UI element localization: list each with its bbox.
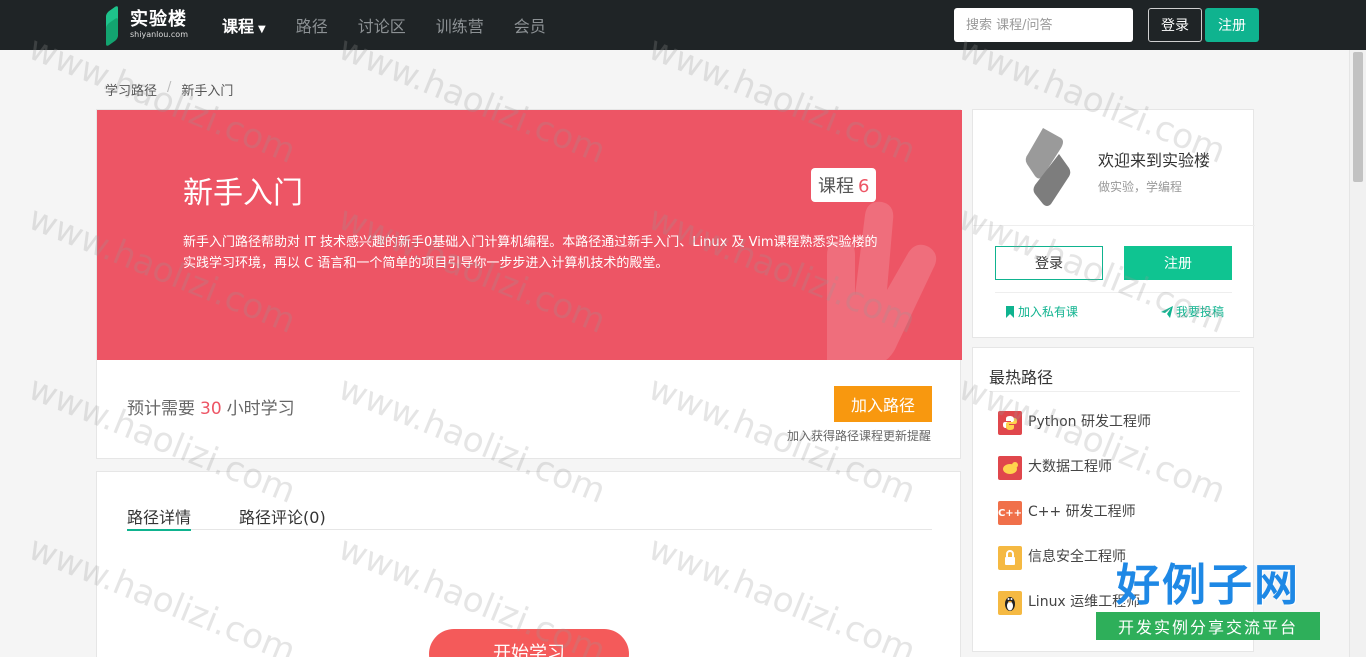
hot-path-cpp[interactable]: C++ C++ 研发工程师 [998,500,1151,545]
logo-domain: shiyanlou.com [130,30,188,39]
welcome-title: 欢迎来到实验楼 [1098,151,1211,170]
tab-path-comments[interactable]: 路径评论(0) [239,504,326,530]
brand-watermark-main: 好例子网 [1116,560,1300,611]
brand-watermark: 好例子网 开发实例分享交流平台 [1096,560,1320,640]
main-nav: 课程 ▼ 路径 讨论区 训练营 会员 [222,0,576,50]
bookmark-icon [1006,305,1014,318]
estimated-time: 预计需要 30 小时学习 [127,399,295,419]
caret-down-icon: ▼ [258,24,266,35]
breadcrumb-current: 新手入门 [181,84,234,99]
paper-plane-icon [1161,305,1173,318]
hot-paths-title: 最热路径 [989,368,1054,387]
hadoop-icon [998,456,1022,480]
hot-path-label: Python 研发工程师 [1028,414,1151,430]
search-input[interactable] [954,8,1133,42]
sidebar-login-button[interactable]: 登录 [995,246,1103,280]
divider [973,225,1255,226]
welcome-subtitle: 做实验，学编程 [1098,180,1183,194]
nav-item-membership[interactable]: 会员 [514,13,546,37]
top-navbar: 实验楼 shiyanlou.com 课程▼ 路径 讨论区 训练营 会员 登录 注… [0,0,1366,50]
nav-item-courses[interactable]: 课程 ▼ [222,13,266,37]
course-count-badge: 课程 6 [811,168,877,202]
hot-path-python[interactable]: Python 研发工程师 [998,410,1151,455]
divider [995,292,1232,293]
breadcrumb-separator: / [167,80,172,95]
hot-path-label: 大数据工程师 [1028,459,1112,475]
login-button[interactable]: 登录 [1148,8,1202,42]
register-button[interactable]: 注册 [1205,8,1259,42]
path-description: 新手入门路径帮助对 IT 技术感兴趣的新手0基础入门计算机编程。本路径通过新手入… [183,235,878,271]
site-logo[interactable]: 实验楼 shiyanlou.com [100,4,200,48]
lock-icon [998,546,1022,570]
course-count: 6 [858,176,870,197]
breadcrumb-root[interactable]: 学习路径 [105,80,157,99]
logo-mark-icon [100,4,126,48]
estimated-hours: 30 [200,399,222,419]
path-banner: 新手入门 课程 6 新手入门路径帮助对 IT 技术感兴趣的新手0基础入门计算机编程… [97,110,962,360]
cpp-icon: C++ [998,501,1022,525]
path-tabs: 路径详情 路径评论(0) [127,504,932,531]
join-path-button[interactable]: 加入路径 [834,386,932,422]
sidebar-register-button[interactable]: 注册 [1124,246,1232,280]
add-private-course-link[interactable]: 加入私有课 [1005,303,1078,320]
hot-path-label: C++ 研发工程师 [1028,504,1136,520]
nav-item-paths[interactable]: 路径 [296,13,328,37]
breadcrumb: 学习路径 / 新手入门 [105,80,233,99]
python-icon [998,411,1022,435]
divider [989,391,1240,392]
brand-watermark-sub: 开发实例分享交流平台 [1096,612,1320,640]
logo-name: 实验楼 [130,9,187,30]
path-content-card: 路径详情 路径评论(0) 开始学习 [96,471,961,657]
welcome-card: 欢迎来到实验楼 做实验，学编程 登录 注册 加入私有课 我要投稿 [972,109,1255,338]
page-scrollbar[interactable] [1349,50,1366,657]
linux-icon [998,591,1022,615]
join-hint: 加入获得路径课程更新提醒 [786,429,931,443]
path-header-card: 新手入门 课程 6 新手入门路径帮助对 IT 技术感兴趣的新手0基础入门计算机编程… [96,109,962,459]
shiyanlou-logo-icon [1025,128,1071,206]
hand-decoration-icon [827,201,937,360]
nav-item-bootcamp[interactable]: 训练营 [436,13,484,37]
submit-article-link[interactable]: 我要投稿 [1161,303,1224,320]
start-learning-button[interactable]: 开始学习 [429,629,629,657]
hot-path-bigdata[interactable]: 大数据工程师 [998,455,1151,500]
scrollbar-thumb[interactable] [1353,52,1363,182]
nav-item-discussion[interactable]: 讨论区 [358,13,406,37]
path-title: 新手入门 [183,176,303,211]
tab-path-details[interactable]: 路径详情 [127,504,192,531]
